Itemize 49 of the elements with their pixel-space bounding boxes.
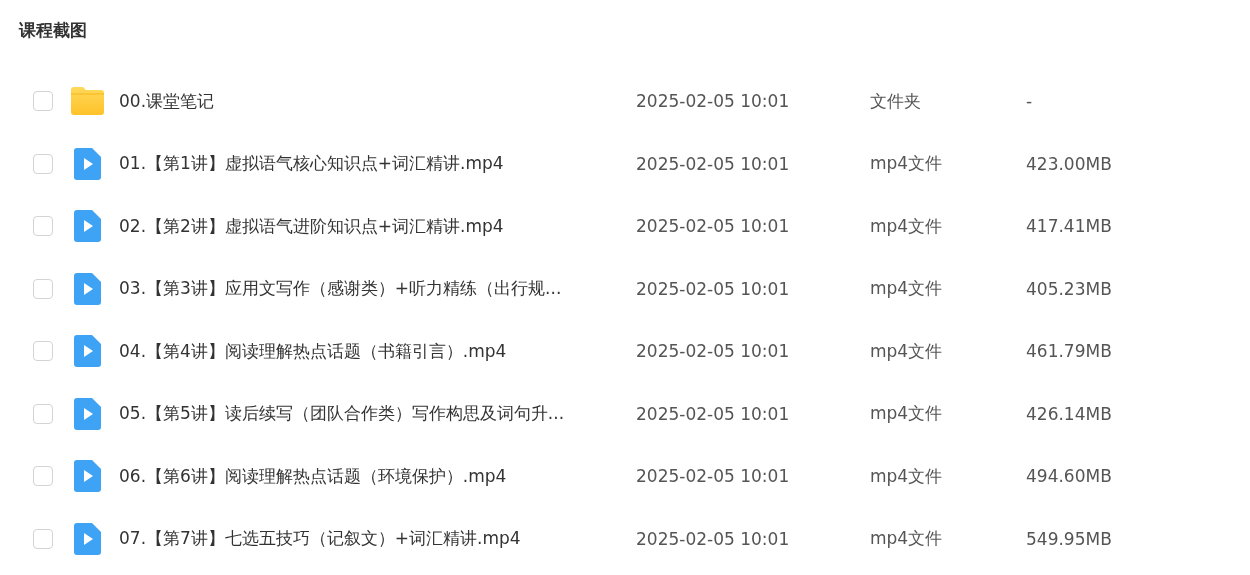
video-file-icon	[74, 522, 101, 555]
video-file-icon	[74, 460, 101, 493]
modified-date: 2025-02-05 10:01	[636, 91, 791, 112]
modified-date: 2025-02-05 10:01	[636, 341, 791, 362]
file-type: 文件夹	[870, 89, 922, 113]
modified-date: 2025-02-05 10:01	[636, 403, 791, 424]
modified-date: 2025-02-05 10:01	[636, 278, 791, 299]
checkbox[interactable]	[33, 403, 53, 424]
modified-date: 2025-02-05 10:01	[636, 528, 791, 549]
file-type: mp4文件	[870, 214, 944, 238]
file-size: 423.00MB	[1026, 153, 1112, 174]
modified-date: 2025-02-05 10:01	[636, 153, 791, 174]
file-size: 494.60MB	[1026, 466, 1112, 487]
file-type: mp4文件	[870, 402, 944, 426]
file-name[interactable]: 00.课堂笔记	[119, 89, 636, 113]
checkbox[interactable]	[33, 216, 53, 237]
folder-icon	[71, 87, 104, 116]
file-size: 417.41MB	[1026, 216, 1112, 237]
file-type: mp4文件	[870, 464, 944, 488]
file-size: 461.79MB	[1026, 341, 1112, 362]
file-type: mp4文件	[870, 277, 944, 301]
file-name[interactable]: 03.【第3讲】应用文写作（感谢类）+听力精练（出行规...	[119, 277, 636, 301]
checkbox[interactable]	[33, 341, 53, 362]
file-size: 549.95MB	[1026, 528, 1112, 549]
checkbox[interactable]	[33, 153, 53, 174]
checkbox[interactable]	[33, 466, 53, 487]
file-name[interactable]: 01.【第1讲】虚拟语气核心知识点+词汇精讲.mp4	[119, 152, 636, 176]
file-size: 426.14MB	[1026, 403, 1112, 424]
video-file-icon	[74, 397, 101, 430]
file-name[interactable]: 07.【第7讲】七选五技巧（记叙文）+词汇精讲.mp4	[119, 527, 636, 551]
section-title: 课程截图	[19, 19, 88, 41]
checkbox[interactable]	[33, 528, 53, 549]
video-file-icon	[74, 147, 101, 180]
file-name[interactable]: 04.【第4讲】阅读理解热点话题（书籍引言）.mp4	[119, 339, 636, 363]
video-file-icon	[74, 335, 101, 368]
file-type: mp4文件	[870, 152, 944, 176]
video-file-icon	[74, 272, 101, 305]
checkbox[interactable]	[33, 91, 53, 112]
file-name[interactable]: 06.【第6讲】阅读理解热点话题（环境保护）.mp4	[119, 464, 636, 488]
modified-date: 2025-02-05 10:01	[636, 466, 791, 487]
file-name[interactable]: 05.【第5讲】读后续写（团队合作类）写作构思及词句升...	[119, 402, 636, 426]
video-file-icon	[74, 210, 101, 243]
file-size: 405.23MB	[1026, 278, 1112, 299]
modified-date: 2025-02-05 10:01	[636, 216, 791, 237]
file-name[interactable]: 02.【第2讲】虚拟语气进阶知识点+词汇精讲.mp4	[119, 214, 636, 238]
file-type: mp4文件	[870, 339, 944, 363]
file-size: -	[1026, 91, 1033, 112]
file-type: mp4文件	[870, 527, 944, 551]
checkbox[interactable]	[33, 278, 53, 299]
